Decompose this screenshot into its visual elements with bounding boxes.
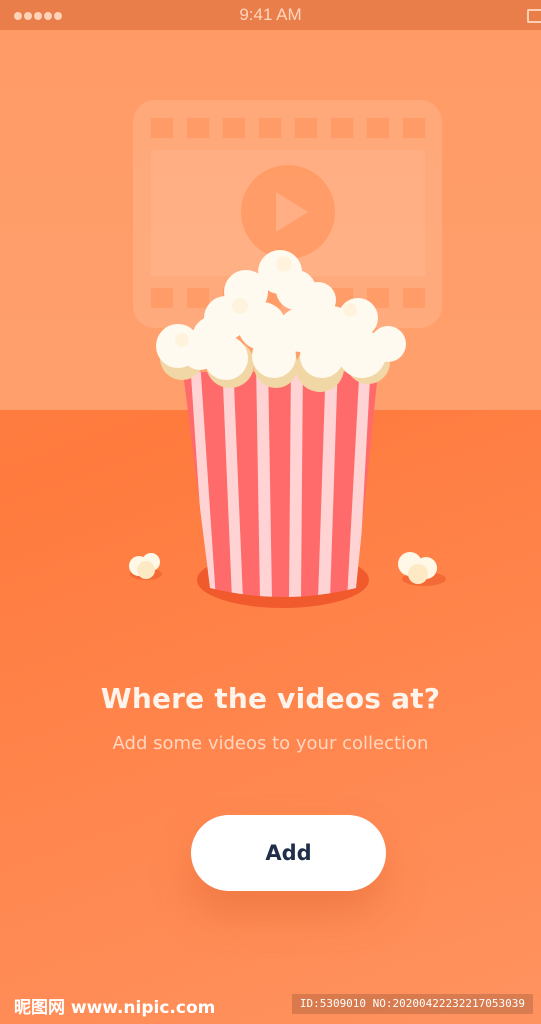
watermark-right: ID:5309010 NO:20200422232217053039 <box>291 994 533 1014</box>
popcorn-bucket-icon <box>183 372 378 597</box>
watermark-left: 昵图网 www.nipic.com <box>14 998 216 1018</box>
empty-state-title: Where the videos at? <box>100 682 441 715</box>
empty-state-subtitle: Add some videos to your collection <box>112 733 429 754</box>
empty-state-illustration <box>129 100 446 608</box>
add-button[interactable]: Add <box>191 815 386 891</box>
